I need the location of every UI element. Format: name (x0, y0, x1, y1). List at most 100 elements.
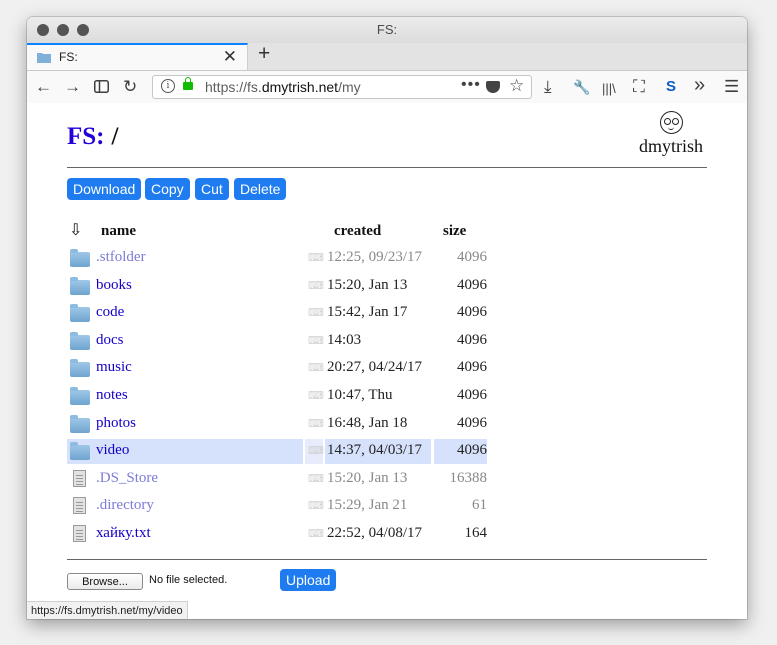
file-created: 15:29, Jan 21 (327, 497, 408, 514)
rename-icon[interactable]: ⌨ (308, 472, 324, 485)
download-icon[interactable]: ⤓ (544, 78, 552, 96)
file-created: 15:20, Jan 13 (327, 469, 408, 486)
close-tab-icon[interactable]: ✕ (223, 47, 237, 67)
column-size[interactable]: size (443, 223, 466, 240)
file-row[interactable]: video ⌨ 14:37, 04/03/17 4096 (67, 439, 487, 465)
rename-icon[interactable]: ⌨ (308, 251, 324, 264)
file-created: 22:52, 04/08/17 (327, 525, 423, 541)
column-created[interactable]: created (334, 223, 381, 240)
url-bar[interactable]: i https://fs.dmytrish.net/my ••• ☆ (152, 75, 532, 99)
upload-button[interactable]: Upload (280, 569, 337, 591)
library-icon[interactable]: |||\ (602, 80, 616, 98)
tab-title: FS: (59, 50, 78, 64)
folder-icon (70, 387, 90, 405)
rename-icon[interactable]: ⌨ (308, 279, 324, 292)
file-row[interactable]: photos ⌨ 16:48, Jan 18 4096 (67, 412, 487, 437)
nav-bar: ← → ↻ i https://fs.dmytrish.net/my ••• ☆… (27, 71, 747, 105)
file-size: 4096 (457, 331, 487, 348)
file-row[interactable]: .DS_Store ⌨ 15:20, Jan 13 16388 (67, 467, 487, 492)
folder-icon (37, 53, 51, 63)
url-text[interactable]: https://fs.dmytrish.net/my (205, 79, 361, 95)
browser-window: FS: FS: ✕ + ← → ↻ i https://fs.dmytrish.… (27, 17, 747, 619)
cut-button[interactable]: Cut (195, 178, 229, 200)
window-controls (37, 24, 89, 36)
file-row[interactable]: .stfolder ⌨ 12:25, 09/23/17 4096 (67, 246, 487, 271)
file-size: 4096 (457, 414, 487, 431)
forward-arrow-icon[interactable]: → (64, 78, 81, 96)
rename-icon[interactable]: ⌨ (308, 499, 324, 512)
wrench-icon[interactable]: 🔧 (573, 78, 590, 96)
file-name-link[interactable]: photos (96, 415, 136, 432)
file-name-link[interactable]: .stfolder (96, 249, 146, 266)
file-name-link[interactable]: books (96, 277, 132, 294)
file-row[interactable]: books ⌨ 15:20, Jan 13 4096 (67, 274, 487, 299)
file-size: 4096 (457, 359, 487, 376)
column-name[interactable]: name (101, 223, 136, 240)
title-bar: FS: (27, 17, 747, 43)
info-icon[interactable]: i (161, 79, 175, 93)
reload-icon[interactable]: ↻ (123, 78, 137, 96)
file-created: 20:27, 04/24/17 (327, 359, 423, 376)
rename-icon[interactable]: ⌨ (308, 361, 324, 374)
screenshot-icon[interactable]: ⛶ (633, 78, 645, 96)
download-cloud-icon[interactable]: ⇩ (69, 220, 82, 240)
file-name-link[interactable]: хайку.txt (96, 525, 151, 542)
file-size: 16388 (449, 469, 488, 486)
header-divider (67, 167, 707, 168)
file-name-link[interactable]: music (96, 359, 132, 376)
folder-icon (70, 249, 90, 267)
file-created: 15:20, Jan 13 (327, 276, 408, 293)
file-created: 14:03 (327, 331, 362, 348)
status-bar-url: https://fs.dmytrish.net/my/video (27, 601, 188, 619)
download-button[interactable]: Download (67, 178, 142, 200)
file-name-link[interactable]: docs (96, 332, 124, 349)
logo-name: dmytrish (638, 136, 703, 156)
file-icon (73, 525, 86, 542)
tab-bar: FS: ✕ + (27, 42, 747, 71)
new-tab-button[interactable]: + (258, 42, 270, 66)
folder-icon (70, 414, 90, 433)
rename-icon[interactable]: ⌨ (308, 444, 324, 457)
file-name-link[interactable]: .directory (96, 497, 154, 514)
page-actions-icon[interactable]: ••• (461, 76, 481, 94)
sidebar-icon[interactable] (94, 80, 109, 93)
file-row[interactable]: .directory ⌨ 15:29, Jan 21 61 (67, 494, 487, 519)
file-size: 4096 (457, 442, 487, 459)
bookmark-star-icon[interactable]: ☆ (509, 76, 524, 96)
browse-button[interactable]: Browse... (67, 573, 143, 590)
file-name-link[interactable]: .DS_Store (96, 470, 158, 487)
rename-icon[interactable]: ⌨ (308, 306, 324, 319)
file-icon (73, 469, 86, 487)
file-size: 4096 (457, 304, 487, 321)
overflow-icon[interactable]: » (694, 75, 705, 95)
file-name-link[interactable]: code (96, 304, 124, 321)
menu-icon[interactable]: ☰ (724, 78, 739, 96)
folder-icon (70, 331, 90, 350)
file-row[interactable]: хайку.txt ⌨ 22:52, 04/08/17 164 (67, 522, 487, 547)
page-title: FS: / (67, 123, 118, 151)
pocket-icon[interactable] (486, 81, 500, 93)
minimize-window-button[interactable] (57, 24, 69, 36)
file-size: 4096 (457, 387, 487, 403)
tab-fs[interactable]: FS: ✕ (27, 43, 248, 70)
rename-icon[interactable]: ⌨ (308, 389, 324, 402)
close-window-button[interactable] (37, 24, 49, 36)
s-extension-icon[interactable]: S (666, 78, 676, 96)
file-row[interactable]: code ⌨ 15:42, Jan 17 4096 (67, 301, 487, 326)
file-row[interactable]: docs ⌨ 14:03 4096 (67, 329, 487, 354)
lock-icon (183, 77, 193, 90)
brand-link[interactable]: FS: (67, 123, 105, 150)
user-logo[interactable]: dmytrish (633, 111, 709, 157)
file-size: 164 (464, 525, 488, 541)
rename-icon[interactable]: ⌨ (308, 527, 324, 540)
file-row[interactable]: music ⌨ 20:27, 04/24/17 4096 (67, 356, 487, 381)
back-arrow-icon[interactable]: ← (35, 78, 52, 96)
file-row[interactable]: notes ⌨ 10:47, Thu 4096 (67, 384, 487, 409)
zoom-window-button[interactable] (77, 24, 89, 36)
rename-icon[interactable]: ⌨ (308, 417, 324, 430)
delete-button[interactable]: Delete (234, 178, 287, 200)
file-name-link[interactable]: video (96, 442, 129, 459)
file-name-link[interactable]: notes (96, 387, 128, 404)
rename-icon[interactable]: ⌨ (308, 334, 324, 347)
copy-button[interactable]: Copy (145, 178, 190, 200)
